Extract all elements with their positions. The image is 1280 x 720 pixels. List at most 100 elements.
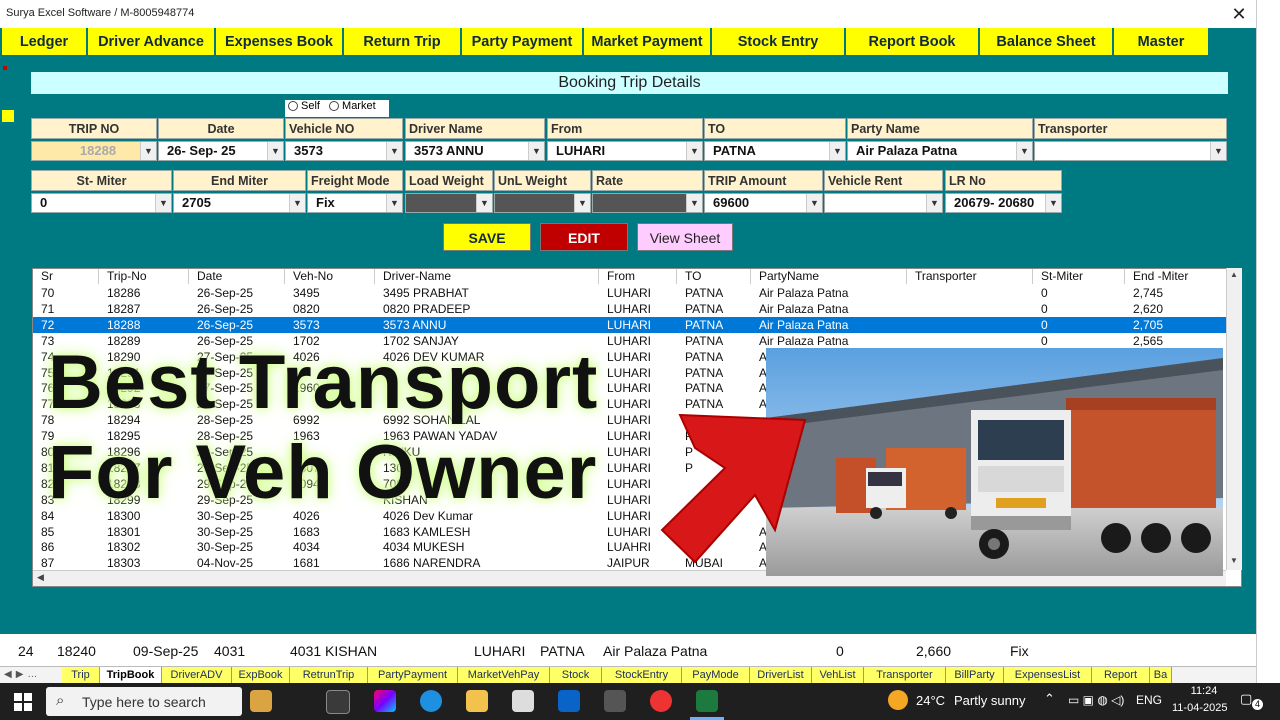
- field-trip-amount[interactable]: 69600 ▼: [704, 193, 823, 213]
- field-vehicle-rent[interactable]: ▼: [824, 193, 943, 213]
- sheet-tab-expbook[interactable]: ExpBook: [232, 667, 290, 683]
- chevron-down-icon[interactable]: ▼: [386, 142, 402, 160]
- column-header-from[interactable]: From: [599, 269, 677, 284]
- radio-market-icon[interactable]: [329, 101, 340, 112]
- column-header-date[interactable]: Date: [189, 269, 285, 284]
- chevron-down-icon[interactable]: ▼: [1210, 142, 1226, 160]
- outlook-icon[interactable]: [558, 690, 580, 712]
- calculator-icon[interactable]: [604, 690, 626, 712]
- column-header-driver-name[interactable]: Driver-Name: [375, 269, 599, 284]
- field-trip-no[interactable]: 18288 ▼: [31, 141, 157, 161]
- sheet-nav-icon[interactable]: ◀▶…: [4, 667, 41, 683]
- close-icon[interactable]: ✕: [1226, 2, 1252, 26]
- chevron-down-icon[interactable]: ▼: [686, 194, 702, 212]
- table-row[interactable]: 72 18288 26-Sep-25 3573 3573 ANNU LUHARI PATNA…: [33, 316, 1227, 333]
- field-lr-no[interactable]: 20679- 20680 ▼: [945, 193, 1062, 213]
- field-unl-weight[interactable]: ▼: [494, 193, 591, 213]
- tray-icons[interactable]: ▭ ▣ ◍ ◁): [1068, 693, 1124, 707]
- column-header-sr[interactable]: Sr: [33, 269, 99, 284]
- notification-icon[interactable]: ▢: [1240, 691, 1252, 707]
- store-icon[interactable]: [512, 690, 534, 712]
- chrome-icon[interactable]: [650, 690, 672, 712]
- field-party-name[interactable]: Air Palaza Patna ▼: [847, 141, 1033, 161]
- excel-icon[interactable]: [696, 690, 718, 712]
- sheet-tab-transporter[interactable]: Transporter: [864, 667, 946, 683]
- sheet-tab-report[interactable]: Report: [1092, 667, 1150, 683]
- sheet-tab-tripbook[interactable]: TripBook: [100, 667, 162, 683]
- clock-date[interactable]: 11-04-2025: [1172, 702, 1227, 714]
- chevron-down-icon[interactable]: ▼: [289, 194, 305, 212]
- menu-stock-entry[interactable]: Stock Entry: [712, 28, 846, 55]
- field-end-miter[interactable]: 2705 ▼: [173, 193, 306, 213]
- field-rate[interactable]: ▼: [592, 193, 703, 213]
- scroll-left-icon[interactable]: ◀: [37, 572, 44, 583]
- column-header-veh-no[interactable]: Veh-No: [285, 269, 375, 284]
- field-date[interactable]: 26- Sep- 25 ▼: [158, 141, 284, 161]
- menu-driver-advance[interactable]: Driver Advance: [88, 28, 216, 55]
- sheet-tab-retruntrip[interactable]: RetrunTrip: [290, 667, 368, 683]
- column-header-trip-no[interactable]: Trip-No: [99, 269, 189, 284]
- field-vehicle-no[interactable]: 3573 ▼: [285, 141, 403, 161]
- task-view-icon[interactable]: [326, 690, 350, 714]
- sheet-tab-trip[interactable]: Trip: [62, 667, 100, 683]
- sheet-tab-stockentry[interactable]: StockEntry: [602, 667, 682, 683]
- edit-button[interactable]: EDIT: [540, 223, 628, 251]
- column-header-st-miter[interactable]: St-Miter: [1033, 269, 1125, 284]
- sheet-tab-stock[interactable]: Stock: [550, 667, 602, 683]
- taskbar-search[interactable]: ⌕ Type here to search: [46, 687, 242, 716]
- menu-expenses-book[interactable]: Expenses Book: [216, 28, 344, 55]
- chevron-down-icon[interactable]: ▼: [140, 142, 156, 160]
- menu-report-book[interactable]: Report Book: [846, 28, 980, 55]
- sheet-tab-billparty[interactable]: BillParty: [946, 667, 1004, 683]
- chevron-down-icon[interactable]: ▼: [528, 142, 544, 160]
- field-driver-name[interactable]: 3573 ANNU ▼: [405, 141, 545, 161]
- field-freight-mode[interactable]: Fix ▼: [307, 193, 403, 213]
- chevron-down-icon[interactable]: ▼: [476, 194, 492, 212]
- menu-ledger[interactable]: Ledger: [2, 28, 88, 55]
- radio-self-icon[interactable]: [288, 101, 298, 112]
- chevron-down-icon[interactable]: ▼: [386, 194, 402, 212]
- table-row[interactable]: 70 18286 26-Sep-25 3495 3495 PRABHAT LUHARI PA…: [33, 285, 1227, 301]
- cortana-icon[interactable]: [250, 690, 272, 712]
- copilot-icon[interactable]: [374, 690, 396, 712]
- column-header-to[interactable]: TO: [677, 269, 751, 284]
- field-from[interactable]: LUHARI ▼: [547, 141, 703, 161]
- chevron-down-icon[interactable]: ▼: [267, 142, 283, 160]
- table-row[interactable]: 71 18287 26-Sep-25 0820 0820 PRADEEP LUHARI PA…: [33, 301, 1227, 317]
- field-load-weight[interactable]: ▼: [405, 193, 493, 213]
- field-to[interactable]: PATNA ▼: [704, 141, 846, 161]
- grid-vertical-scrollbar[interactable]: ▲ ▼: [1226, 268, 1242, 570]
- edge-icon[interactable]: [420, 690, 442, 712]
- chevron-down-icon[interactable]: ▼: [806, 194, 822, 212]
- menu-balance-sheet[interactable]: Balance Sheet: [980, 28, 1114, 55]
- sheet-tab-vehlist[interactable]: VehList: [812, 667, 864, 683]
- menu-master[interactable]: Master: [1114, 28, 1210, 55]
- language-indicator[interactable]: ENG: [1136, 693, 1162, 707]
- file-explorer-icon[interactable]: [466, 690, 488, 712]
- menu-return-trip[interactable]: Return Trip: [344, 28, 462, 55]
- sheet-tab-expenseslist[interactable]: ExpensesList: [1004, 667, 1092, 683]
- sheet-tab-driverlist[interactable]: DriverList: [750, 667, 812, 683]
- sheet-tab-marketvehpay[interactable]: MarketVehPay: [458, 667, 550, 683]
- menu-party-payment[interactable]: Party Payment: [462, 28, 584, 55]
- column-header-transporter[interactable]: Transporter: [907, 269, 1033, 284]
- chevron-down-icon[interactable]: ▼: [1016, 142, 1032, 160]
- windows-start-icon[interactable]: [14, 693, 32, 711]
- chevron-down-icon[interactable]: ▼: [574, 194, 590, 212]
- view-sheet-button[interactable]: View Sheet: [637, 223, 733, 251]
- scroll-up-icon[interactable]: ▲: [1230, 270, 1238, 279]
- scroll-down-icon[interactable]: ▼: [1230, 556, 1238, 565]
- column-header-end-miter[interactable]: End -Miter: [1125, 269, 1241, 284]
- field-transporter[interactable]: ▼: [1034, 141, 1227, 161]
- field-st-miter[interactable]: 0 ▼: [31, 193, 172, 213]
- sheet-tab-paymode[interactable]: PayMode: [682, 667, 750, 683]
- menu-market-payment[interactable]: Market Payment: [584, 28, 712, 55]
- chevron-down-icon[interactable]: ▼: [686, 142, 702, 160]
- column-header-partyname[interactable]: PartyName: [751, 269, 907, 284]
- clock-time[interactable]: 11:24: [1180, 685, 1228, 697]
- chevron-down-icon[interactable]: ▼: [1045, 194, 1061, 212]
- chevron-down-icon[interactable]: ▼: [926, 194, 942, 212]
- tray-chevron-icon[interactable]: ⌃: [1044, 691, 1055, 707]
- save-button[interactable]: SAVE: [443, 223, 531, 251]
- sheet-tab-ba[interactable]: Ba: [1150, 667, 1172, 683]
